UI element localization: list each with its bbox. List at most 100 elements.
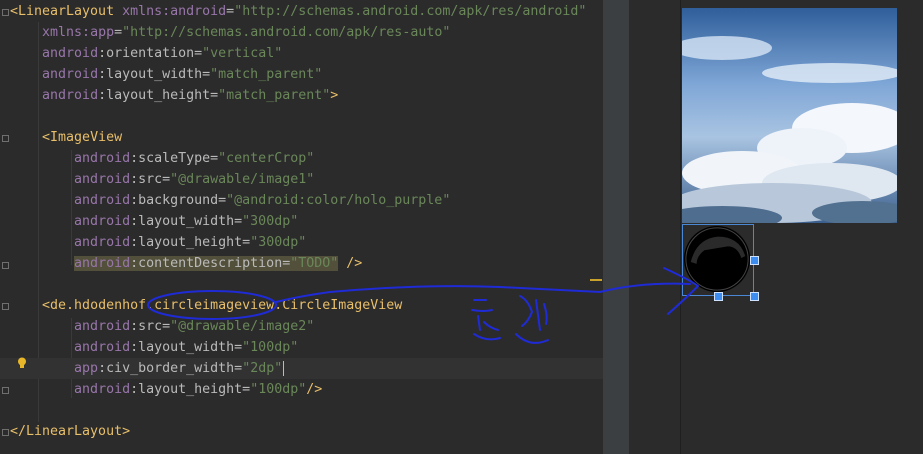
code-token: android [74,193,131,208]
code-token: app [74,361,99,376]
code-token: :layout_width= [98,67,211,82]
code-token: /> [346,256,363,271]
text-caret [283,360,285,376]
code-token: "300dp" [242,214,299,229]
code-line[interactable]: android:layout_height="match_parent"> [0,85,603,106]
code-token: :src= [130,319,171,334]
code-token: <de.hdodenhof.circleimageview.CircleImag… [42,298,403,313]
code-token: "TODO" [290,256,339,271]
fold-marker-icon[interactable] [2,387,9,394]
code-token: "@drawable/image1" [170,172,315,187]
editor-preview-splitter[interactable] [603,0,629,454]
code-token: :contentDescription= [130,256,291,271]
code-token: android [74,382,131,397]
code-line[interactable]: <ImageView [0,127,603,148]
xml-editor[interactable]: <LinearLayout xmlns:android="http://sche… [0,0,603,454]
code-token: android [74,319,131,334]
code-line[interactable] [0,106,603,127]
resize-handle-bottom[interactable] [714,292,723,301]
code-token: </LinearLayout> [10,424,131,439]
code-token: app [90,25,115,40]
code-line[interactable]: android:contentDescription="TODO" /> [0,253,603,274]
code-line[interactable]: android:background="@android:color/holo_… [0,190,603,211]
fold-marker-icon[interactable] [2,429,9,436]
fold-marker-icon[interactable] [2,135,9,142]
code-token: "http://schemas.android.com/apk/res-auto… [122,25,451,40]
code-line[interactable] [0,274,603,295]
code-token: android [42,67,99,82]
code-line[interactable]: </LinearLayout> [0,421,603,442]
fold-marker-icon[interactable] [2,9,9,16]
code-line[interactable]: android:scaleType="centerCrop" [0,148,603,169]
resize-handle-corner[interactable] [750,292,759,301]
device-frame-edge [680,0,681,454]
preview-circleimageview[interactable] [682,224,759,301]
preview-imageview-clouds[interactable] [682,8,897,223]
code-token: :layout_width= [130,340,243,355]
code-token: "2dp" [242,361,283,376]
code-line[interactable]: android:layout_width="match_parent" [0,64,603,85]
code-token: "match_parent" [210,67,323,82]
code-token: :orientation= [98,46,203,61]
fold-marker-icon[interactable] [2,262,9,269]
code-line[interactable]: app:civ_border_width="2dp" [0,358,603,379]
code-token: android [74,172,131,187]
code-token: :scaleType= [130,151,219,166]
code-token: = [114,25,123,40]
warning-stripe-marker[interactable] [590,279,602,281]
code-line[interactable]: android:layout_height="100dp"/> [0,379,603,400]
code-token: "@drawable/image2" [170,319,315,334]
code-token: android [42,46,99,61]
code-token: = [226,4,235,19]
resize-handle-right[interactable] [750,256,759,265]
code-line[interactable]: android:layout_width="300dp" [0,211,603,232]
code-line[interactable]: <de.hdodenhof.circleimageview.CircleImag… [0,295,603,316]
code-token: /> [306,382,323,397]
code-token: android [74,151,131,166]
code-line[interactable]: xmlns:app="http://schemas.android.com/ap… [0,22,603,43]
code-token: xmlns: [122,4,171,19]
code-token: :layout_height= [130,235,251,250]
code-line[interactable]: android:layout_height="300dp" [0,232,603,253]
code-line[interactable]: <LinearLayout xmlns:android="http://sche… [0,1,603,22]
code-token: android [74,340,131,355]
silhouette-image [683,225,751,293]
code-token: :layout_width= [130,214,243,229]
code-token: "300dp" [250,235,307,250]
lightbulb-icon[interactable] [17,357,27,369]
code-token: "match_parent" [218,88,331,103]
code-token: "100dp" [242,340,299,355]
code-line[interactable]: android:src="@drawable/image2" [0,316,603,337]
code-token: android [42,88,99,103]
code-token: <ImageView [42,130,123,145]
code-token: "vertical" [202,46,283,61]
code-token: android [74,256,131,271]
code-token: > [330,88,339,103]
code-token: :layout_height= [130,382,251,397]
code-line[interactable]: android:layout_width="100dp" [0,337,603,358]
code-token: <LinearLayout [10,4,123,19]
code-line[interactable] [0,400,603,421]
code-token: "100dp" [250,382,307,397]
fold-marker-icon[interactable] [2,303,9,310]
code-line[interactable]: android:orientation="vertical" [0,43,603,64]
code-token: android [74,214,131,229]
code-token: "centerCrop" [218,151,315,166]
code-line[interactable]: android:src="@drawable/image1" [0,169,603,190]
code-token: :src= [130,172,171,187]
code-token: :layout_height= [98,88,219,103]
